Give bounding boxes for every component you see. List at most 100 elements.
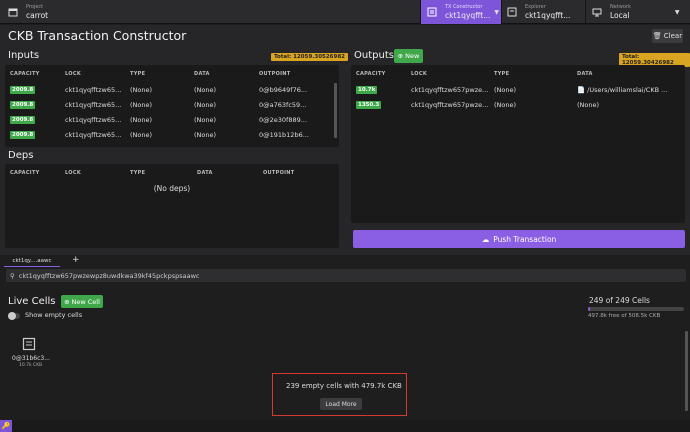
deps-title: Deps — [8, 150, 34, 161]
column-header: TYPE — [130, 71, 146, 77]
type-cell: (None) — [130, 101, 153, 109]
type-cell: (None) — [494, 86, 517, 94]
inputs-total-badge: Total: 12059.30526982 — [271, 53, 348, 61]
show-empty-toggle[interactable] — [8, 312, 20, 320]
lock-cell: ckt1qyqfftzw65... — [65, 86, 122, 94]
explorer-value: ckt1qyqfft... — [525, 10, 571, 20]
new-output-button[interactable]: ⊕ New — [394, 49, 423, 63]
table-row[interactable]: 2009.8 ckt1qyqfftzw65... (None) (None) 0… — [5, 129, 339, 143]
new-cell-button[interactable]: ⊕ New Cell — [61, 295, 103, 308]
project-selector[interactable]: Project carrot — [6, 0, 48, 24]
capacity-badge: 1350.3 — [356, 101, 382, 109]
column-header: TYPE — [130, 170, 146, 176]
clear-button[interactable]: 🗑 Clear — [652, 29, 683, 43]
cell-outpoint[interactable]: 0@31b6c3... — [12, 355, 50, 362]
data-cell: (None) — [194, 116, 217, 124]
table-row[interactable]: 1350.3 ckt1qyqfftzw657pwze... (None) (No… — [351, 99, 685, 113]
plus-circle-icon: ⊕ — [397, 52, 404, 60]
show-empty-label: Show empty cells — [25, 311, 83, 319]
inputs-title: Inputs — [8, 50, 40, 61]
explorer-icon — [505, 5, 519, 19]
type-cell: (None) — [130, 86, 153, 94]
column-header: CAPACITY — [356, 71, 386, 77]
trash-icon: 🗑 — [652, 32, 662, 40]
data-cell: (None) — [194, 101, 217, 109]
empty-cells-text: 239 empty cells with 479.7k CKB — [286, 382, 402, 390]
outputs-table: CAPACITY LOCK TYPE DATA 10.7k ckt1qyqfft… — [351, 65, 685, 223]
page-title: CKB Transaction Constructor — [8, 28, 187, 43]
column-header: OUTPOINT — [259, 71, 291, 77]
cell-count: 249 of 249 Cells — [589, 296, 650, 305]
data-cell: 📄 /Users/williamslai/CKB ... — [577, 86, 667, 94]
data-path: /Users/williamslai/CKB ... — [587, 86, 668, 94]
scrollbar[interactable] — [334, 83, 337, 138]
explorer-label: Explorer — [525, 3, 546, 10]
divider — [501, 0, 502, 24]
column-header: DATA — [577, 71, 593, 77]
plus-circle-icon: ⊕ — [64, 297, 70, 306]
column-header: LOCK — [411, 71, 428, 77]
table-row[interactable]: 10.7k ckt1qyqfftzw657pwze... (None) 📄 /U… — [351, 84, 685, 98]
table-row[interactable]: 2009.8 ckt1qyqfftzw65... (None) (None) 0… — [5, 99, 339, 113]
table-row[interactable]: 2009.8 ckt1qyqfftzw65... (None) (None) 0… — [5, 114, 339, 128]
divider — [585, 0, 586, 24]
tab-address[interactable]: ckt1qy....aawc — [4, 255, 60, 267]
inputs-table: CAPACITY LOCK TYPE DATA OUTPOINT 2009.8 … — [5, 65, 339, 147]
project-value: carrot — [26, 10, 49, 20]
column-header: DATA — [194, 71, 210, 77]
add-tab-button[interactable]: + — [72, 255, 80, 266]
outputs-title: Outputs — [354, 50, 394, 61]
push-transaction-button[interactable]: ☁ Push Transaction — [353, 230, 685, 248]
column-header: LOCK — [65, 71, 82, 77]
deps-table: CAPACITY LOCK TYPE DATA OUTPOINT (No dep… — [5, 164, 339, 248]
key-icon[interactable]: 🔑 — [0, 420, 12, 432]
lock-cell: ckt1qyqfftzw65... — [65, 116, 122, 124]
table-row[interactable]: 2009.8 ckt1qyqfftzw65... (None) (None) 0… — [5, 84, 339, 98]
live-cells-title: Live Cells — [8, 296, 56, 307]
file-icon: 📄 — [577, 86, 586, 94]
capacity-progress-fill — [588, 307, 590, 311]
outpoint-cell: 0@2e30f889... — [259, 116, 307, 124]
capacity-badge: 2009.8 — [10, 101, 36, 109]
tx-constructor-tab[interactable]: TX Constructor ckt1qyqfft... ▼ — [421, 0, 501, 24]
data-cell: (None) — [577, 101, 600, 109]
capacity-free-text: 497.8k free of 508.5k CKB — [588, 313, 661, 319]
capacity-badge: 2009.8 — [10, 131, 36, 139]
column-header: TYPE — [494, 71, 510, 77]
scrollbar[interactable] — [685, 331, 688, 411]
explorer-tab-bar: ckt1qy....aawc + — [0, 255, 690, 267]
capacity-badge: 10.7k — [356, 86, 378, 94]
explorer-tab[interactable]: Explorer ckt1qyqfft... — [505, 0, 570, 24]
tx-label: TX Constructor — [445, 3, 483, 10]
lock-cell: ckt1qyqfftzw657pwze... — [411, 86, 489, 94]
tx-value: ckt1qyqfft... — [445, 10, 491, 20]
network-label: Network — [610, 3, 631, 10]
type-cell: (None) — [494, 101, 517, 109]
project-label: Project — [26, 3, 44, 10]
outpoint-cell: 0@a763fc59... — [259, 101, 307, 109]
column-header: CAPACITY — [10, 71, 40, 77]
column-header: CAPACITY — [10, 170, 40, 176]
address-text: ckt1qyqfftzw657pwzewpz8uwdkwa39kf45pckps… — [18, 271, 200, 280]
type-cell: (None) — [130, 131, 153, 139]
load-more-button[interactable]: Load More — [320, 398, 362, 410]
data-cell: (None) — [194, 86, 217, 94]
lock-cell: ckt1qyqfftzw65... — [65, 101, 122, 109]
new-output-label: New — [405, 52, 420, 60]
type-cell: (None) — [130, 116, 153, 124]
chevron-down-icon: ▼ — [674, 8, 680, 16]
address-bar[interactable]: ⚲ ckt1qyqfftzw657pwzewpz8uwdkwa39kf45pck… — [6, 269, 686, 282]
outpoint-cell: 0@191b12b6... — [259, 131, 309, 139]
push-label: Push Transaction — [493, 234, 557, 244]
chevron-down-icon: ▼ — [494, 8, 500, 16]
network-selector[interactable]: Network Local ▼ — [590, 0, 680, 24]
network-icon — [590, 5, 604, 19]
lock-cell: ckt1qyqfftzw657pwze... — [411, 101, 489, 109]
lock-cell: ckt1qyqfftzw65... — [65, 131, 122, 139]
location-pin-icon: ⚲ — [10, 271, 15, 280]
column-header: DATA — [197, 170, 213, 176]
capacity-badge: 2009.8 — [10, 116, 36, 124]
cloud-upload-icon: ☁ — [481, 234, 490, 244]
empty-deps-text: (No deps) — [153, 184, 191, 193]
cell-icon[interactable] — [22, 336, 36, 351]
